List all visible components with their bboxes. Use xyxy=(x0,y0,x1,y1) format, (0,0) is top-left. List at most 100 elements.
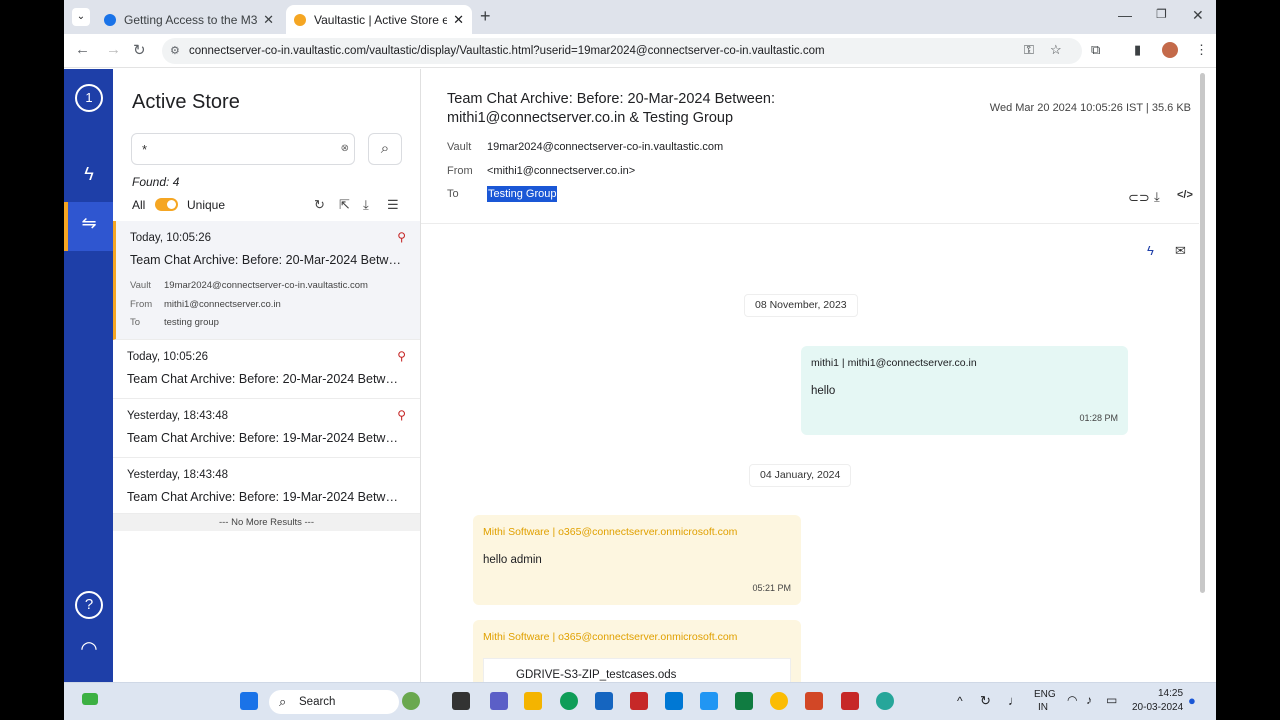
start-windows-icon[interactable] xyxy=(240,692,258,710)
item-to: To testing group xyxy=(130,317,219,328)
task-view-icon[interactable] xyxy=(452,692,470,710)
vaultastic-view-icon[interactable]: ϟ xyxy=(1147,243,1154,258)
volume-icon[interactable]: ♪ xyxy=(1086,693,1092,707)
message-text: hello xyxy=(811,385,836,397)
attachment-name: GDRIVE-S3-ZIP_testcases.ods xyxy=(516,669,677,681)
globe-app-icon[interactable] xyxy=(876,692,894,710)
attachment-icon[interactable]: ⊂⊃ xyxy=(1128,190,1150,206)
back-icon[interactable]: ← xyxy=(75,41,90,58)
edge-icon[interactable] xyxy=(560,692,578,710)
mcafee-icon[interactable] xyxy=(630,692,648,710)
close-tab-icon[interactable]: ✕ xyxy=(453,12,464,28)
refresh-icon[interactable]: ↻ xyxy=(314,197,325,213)
nav-number-badge[interactable]: 1 xyxy=(75,84,103,112)
clock-date[interactable]: 20-03-2024 xyxy=(1132,702,1183,713)
message-time: 05:21 PM xyxy=(752,583,791,593)
widget-weather-icon[interactable] xyxy=(402,692,420,710)
tray-chevron-icon[interactable]: ^ xyxy=(957,694,963,708)
powerpoint-icon[interactable] xyxy=(805,692,823,710)
item-subject: Team Chat Archive: Before: 19-Mar-2024 B… xyxy=(127,431,403,445)
item-time: Yesterday, 18:43:48 xyxy=(127,410,229,422)
bookmark-star-icon[interactable]: ☆ xyxy=(1050,42,1062,58)
vaultastic-logo-icon[interactable]: ϟ xyxy=(75,164,103,192)
file-explorer-icon[interactable] xyxy=(524,692,542,710)
taskbar-search[interactable]: ⌕ Search xyxy=(269,690,399,714)
detail-subject: Team Chat Archive: Before: 20-Mar-2024 B… xyxy=(447,91,776,126)
clear-search-icon[interactable]: ⊗ xyxy=(341,143,349,154)
search-icon: ⌕ xyxy=(380,140,390,157)
menu-icon[interactable]: ⋮ xyxy=(1195,42,1208,58)
widgets-icon[interactable] xyxy=(82,693,98,705)
search-input[interactable]: * ⊗ xyxy=(131,133,355,165)
tab-vaultastic[interactable]: Vaultastic | Active Store eDiscov ✕ xyxy=(286,5,472,34)
list-item[interactable]: Today, 10:05:26 ⚲ Team Chat Archive: Bef… xyxy=(113,221,420,340)
filter-all-label[interactable]: All xyxy=(132,198,145,212)
unique-toggle[interactable] xyxy=(155,198,178,211)
teams-icon[interactable] xyxy=(490,692,508,710)
battery-icon[interactable]: ▭ xyxy=(1106,693,1117,707)
excel-icon[interactable] xyxy=(735,692,753,710)
microphone-icon[interactable]: ♩ xyxy=(1008,693,1021,708)
close-tab-icon[interactable]: ✕ xyxy=(263,12,274,28)
divider xyxy=(421,223,1207,224)
results-panel: Active Store * ⊗ ⌕ Found: 4 All Unique ↻… xyxy=(113,69,421,682)
search-button[interactable]: ⌕ xyxy=(368,133,402,165)
side-panel-icon[interactable]: ▮ xyxy=(1134,42,1141,58)
help-icon[interactable]: ? xyxy=(75,591,103,619)
list-item[interactable]: Today, 10:05:26 ⚲ Team Chat Archive: Bef… xyxy=(113,340,420,399)
filter-unique-label[interactable]: Unique xyxy=(187,198,225,212)
download-icon[interactable]: ⤓ xyxy=(363,197,369,213)
site-info-icon[interactable]: ⚙ xyxy=(170,38,180,64)
extensions-icon[interactable]: ⧉ xyxy=(1091,42,1100,58)
date-separator: 04 January, 2024 xyxy=(749,464,852,487)
message-sender: Mithi Software | o365@connectserver.onmi… xyxy=(483,631,738,643)
chat-message: Mithi Software | o365@connectserver.onmi… xyxy=(473,620,801,690)
browser-toolbar: ← → ↻ ⚙ connectserver-co-in.vaultastic.c… xyxy=(64,34,1216,68)
item-subject: Team Chat Archive: Before: 20-Mar-2024 B… xyxy=(127,372,403,386)
message-sender: mithi1 | mithi1@connectserver.co.in xyxy=(811,357,977,369)
list-item[interactable]: Yesterday, 18:43:48 Team Chat Archive: B… xyxy=(113,458,420,514)
item-subject: Team Chat Archive: Before: 19-Mar-2024 B… xyxy=(127,490,403,504)
scrollbar[interactable] xyxy=(1199,69,1207,599)
attachment-icon: ⚲ xyxy=(397,408,406,422)
tab-search-icon[interactable]: ⌄ xyxy=(72,8,90,26)
site-favicon-icon xyxy=(104,13,116,26)
sync-icon[interactable]: ↻ xyxy=(980,693,991,709)
tab-title: Getting Access to the M365 Gra xyxy=(124,12,258,27)
address-bar[interactable]: ⚙ connectserver-co-in.vaultastic.com/vau… xyxy=(162,38,1082,64)
tab-title: Vaultastic | Active Store eDiscov xyxy=(314,12,448,27)
nav-rail: 1 ϟ ⇋ ? ◠ xyxy=(64,69,113,682)
mcafee-shield-icon[interactable] xyxy=(841,692,859,710)
language-indicator[interactable]: ENG xyxy=(1034,689,1056,700)
mithi-logo-icon[interactable]: ◠ xyxy=(75,636,103,664)
store-icon[interactable] xyxy=(595,692,613,710)
source-code-icon[interactable]: </> xyxy=(1177,189,1193,201)
active-store-icon[interactable]: ⇋ xyxy=(75,213,103,241)
password-key-icon[interactable]: ⚿ xyxy=(1024,42,1034,58)
item-vault: Vault 19mar2024@connectserver-co-in.vault… xyxy=(130,280,368,291)
notepad-icon[interactable] xyxy=(700,692,718,710)
email-icon[interactable]: ✉ xyxy=(1175,243,1186,259)
profile-avatar[interactable] xyxy=(1162,42,1178,58)
wifi-icon[interactable]: ◠ xyxy=(1067,693,1077,707)
open-external-icon[interactable]: ⇱ xyxy=(339,197,350,213)
clock-time[interactable]: 14:25 xyxy=(1158,688,1183,699)
minimize-icon[interactable]: — xyxy=(1118,7,1132,23)
notification-bell-icon[interactable]: ● xyxy=(1188,693,1196,708)
list-view-icon[interactable]: ☰ xyxy=(387,197,399,213)
new-tab-icon[interactable]: + xyxy=(480,6,491,27)
chrome-icon[interactable] xyxy=(770,692,788,710)
outlook-icon[interactable] xyxy=(665,692,683,710)
forward-icon[interactable]: → xyxy=(106,41,121,58)
item-time: Today, 10:05:26 xyxy=(127,351,208,363)
download-icon[interactable]: ⤓ xyxy=(1154,189,1160,205)
filter-row: All Unique ↻ ⇱ ⤓ ☰ xyxy=(132,197,412,213)
search-value: * xyxy=(142,142,148,157)
close-window-icon[interactable]: ✕ xyxy=(1192,7,1204,24)
maximize-icon[interactable]: ❐ xyxy=(1156,7,1167,21)
list-item[interactable]: Yesterday, 18:43:48 ⚲ Team Chat Archive:… xyxy=(113,399,420,458)
windows-taskbar: ⌕ Search ^ ↻ ♩ ENG IN ◠ ♪ ▭ 14:25 20-03-2… xyxy=(64,682,1216,720)
tab-m365-article[interactable]: Getting Access to the M365 Gra ✕ xyxy=(96,5,282,34)
reload-icon[interactable]: ↻ xyxy=(133,41,146,59)
region-indicator[interactable]: IN xyxy=(1038,702,1048,713)
